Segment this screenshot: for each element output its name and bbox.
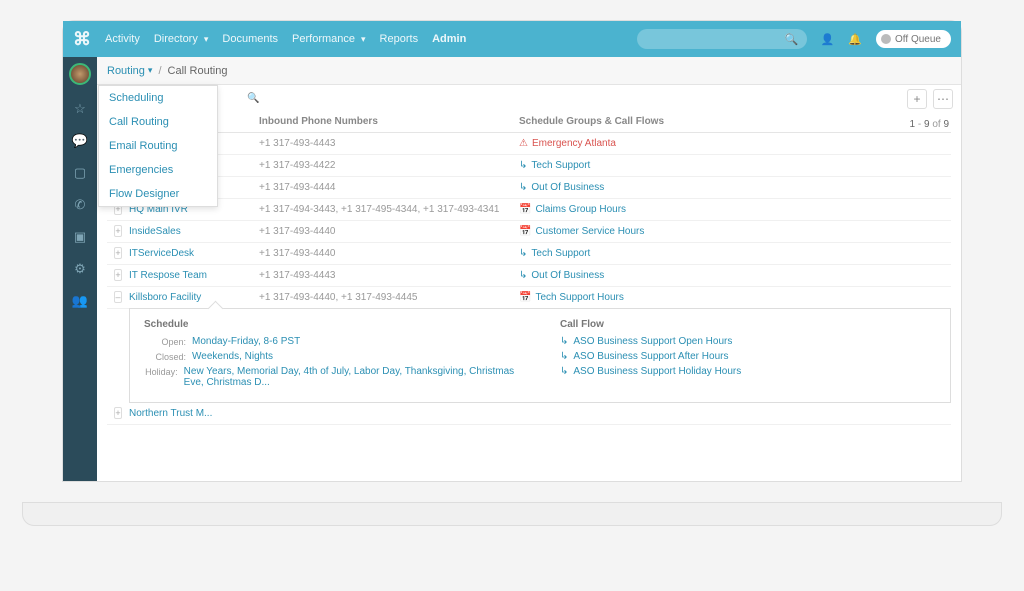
row-name-link[interactable]: Killsboro Facility bbox=[129, 292, 201, 303]
avatar[interactable] bbox=[69, 63, 91, 85]
routing-dropdown: SchedulingCall RoutingEmail RoutingEmerg… bbox=[98, 85, 218, 207]
table-row: +ENRON+1 317-493-4444↳Out Of Business bbox=[107, 177, 951, 199]
nav-directory[interactable]: Directory bbox=[154, 33, 209, 45]
schedule-label: Open: bbox=[144, 336, 186, 347]
user-icon[interactable]: 👤 bbox=[821, 33, 835, 46]
callflow-icon: ↳ bbox=[560, 366, 568, 377]
left-rail: ☆ 💬 ▢ ✆ ▣ ⚙ 👥 bbox=[63, 57, 97, 481]
table-row: + Northern Trust M... bbox=[107, 403, 951, 425]
callflow-heading: Call Flow bbox=[560, 319, 936, 330]
breadcrumb-current: Call Routing bbox=[168, 65, 228, 77]
queue-label: Off Queue bbox=[895, 34, 941, 45]
row-phone: +1 317-493-4440 bbox=[259, 248, 335, 259]
expand-toggle[interactable]: – bbox=[114, 291, 121, 303]
row-phone: +1 317-493-4440 bbox=[259, 226, 335, 237]
add-button[interactable]: + bbox=[907, 89, 927, 109]
row-schedule-link[interactable]: 📅Customer Service Hours bbox=[519, 226, 951, 237]
table-row: + IT Respose Team +1 317-493-4443 ↳Out Of B… bbox=[107, 265, 951, 287]
row-schedule-link[interactable]: 📅Claims Group Hours bbox=[519, 204, 951, 215]
table-row: +...ter+1 317-493-4443⚠Emergency Atlanta bbox=[107, 133, 951, 155]
row-phone: +1 317-493-4422 bbox=[259, 160, 335, 171]
schedule-icon: ↳ bbox=[519, 160, 527, 171]
people-icon[interactable]: 👥 bbox=[72, 293, 88, 309]
row-phone: +1 317-493-4443 bbox=[259, 270, 335, 281]
chevron-down-icon[interactable]: ▾ bbox=[148, 65, 153, 76]
phone-icon[interactable]: ✆ bbox=[75, 197, 86, 213]
gear-icon[interactable]: ⚙ bbox=[74, 261, 86, 277]
nav-admin[interactable]: Admin bbox=[432, 33, 466, 45]
row-schedule-link[interactable]: ↳Out Of Business bbox=[519, 270, 951, 281]
callflow-link[interactable]: ASO Business Support Holiday Hours bbox=[573, 366, 741, 377]
inbox-icon[interactable]: ▣ bbox=[74, 229, 86, 245]
app-logo-icon: ⌘ bbox=[73, 29, 91, 50]
row-name-link[interactable]: InsideSales bbox=[129, 226, 181, 237]
schedule-heading: Schedule bbox=[144, 319, 520, 330]
filter-search-icon[interactable]: 🔍 bbox=[247, 93, 259, 104]
search-icon: 🔍 bbox=[785, 33, 799, 46]
table-row: + ITServiceDesk +1 317-493-4440 ↳Tech Suppo… bbox=[107, 243, 951, 265]
star-icon[interactable]: ☆ bbox=[74, 101, 86, 117]
row-schedule-link[interactable]: ⚠Emergency Atlanta bbox=[519, 138, 951, 149]
nav-performance[interactable]: Performance bbox=[292, 33, 366, 45]
schedule-icon: 📅 bbox=[519, 292, 531, 303]
row-schedule-link[interactable]: ↳Tech Support bbox=[519, 160, 951, 171]
dropdown-item[interactable]: Scheduling bbox=[99, 86, 217, 110]
row-phone: +1 317-493-4440, +1 317-493-4445 bbox=[259, 292, 417, 303]
breadcrumb-root[interactable]: Routing bbox=[107, 65, 145, 77]
global-search-input[interactable]: 🔍 bbox=[637, 29, 807, 49]
schedule-icon: ⚠ bbox=[519, 138, 528, 149]
queue-toggle[interactable]: Off Queue bbox=[876, 30, 951, 48]
row-name-link[interactable]: Northern Trust M... bbox=[129, 408, 212, 419]
schedule-icon: 📅 bbox=[519, 226, 531, 237]
queue-status-dot bbox=[881, 34, 891, 44]
schedule-icon: ↳ bbox=[519, 248, 527, 259]
dropdown-item[interactable]: Email Routing bbox=[99, 134, 217, 158]
callflow-icon: ↳ bbox=[560, 336, 568, 347]
nav-reports[interactable]: Reports bbox=[380, 33, 419, 45]
row-phone: +1 317-494-3443, +1 317-495-4344, +1 317… bbox=[259, 204, 499, 215]
chat-icon[interactable]: 💬 bbox=[72, 133, 88, 149]
row-name-link[interactable]: ITServiceDesk bbox=[129, 248, 194, 259]
top-nav: ⌘ Activity Directory Documents Performan… bbox=[63, 21, 961, 57]
table-row: –Killsboro Facility +1 317-493-4440, +1 3… bbox=[107, 287, 951, 309]
schedule-icon: ↳ bbox=[519, 270, 527, 281]
schedule-label: Closed: bbox=[144, 351, 186, 362]
table-row: +...ory+1 317-493-4422↳Tech Support bbox=[107, 155, 951, 177]
table-row: + InsideSales +1 317-493-4440 📅Customer Ser… bbox=[107, 221, 951, 243]
pager: 1 - 9 of 9 bbox=[910, 119, 949, 130]
row-name-link[interactable]: IT Respose Team bbox=[129, 270, 207, 281]
schedule-value-link[interactable]: New Years, Memorial Day, 4th of July, La… bbox=[184, 366, 520, 388]
expand-toggle[interactable]: + bbox=[114, 225, 121, 237]
row-schedule-link[interactable]: ↳Out Of Business bbox=[519, 182, 951, 193]
dropdown-item[interactable]: Emergencies bbox=[99, 158, 217, 182]
bell-icon[interactable]: 🔔 bbox=[848, 33, 862, 46]
row-schedule-link[interactable]: ↳Tech Support bbox=[519, 248, 951, 259]
table-row: +HQ Main IVR+1 317-494-3443, +1 317-495-… bbox=[107, 199, 951, 221]
more-button[interactable]: ⋯ bbox=[933, 89, 953, 109]
table-header: Inbound Phone Numbers Schedule Groups & … bbox=[107, 111, 951, 133]
schedule-value-link[interactable]: Monday-Friday, 8-6 PST bbox=[192, 336, 300, 347]
expanded-panel: Schedule Open: Monday-Friday, 8-6 PST Close… bbox=[129, 308, 951, 403]
callflow-link[interactable]: ASO Business Support Open Hours bbox=[573, 336, 732, 347]
callflow-link[interactable]: ASO Business Support After Hours bbox=[573, 351, 728, 362]
schedule-icon: 📅 bbox=[519, 204, 531, 215]
expand-toggle[interactable]: + bbox=[114, 269, 121, 281]
nav-activity[interactable]: Activity bbox=[105, 33, 140, 45]
schedule-label: Holiday: bbox=[144, 366, 178, 388]
expand-toggle[interactable]: + bbox=[114, 407, 121, 419]
row-phone: +1 317-493-4443 bbox=[259, 138, 335, 149]
expand-toggle[interactable]: + bbox=[114, 247, 121, 259]
dropdown-item[interactable]: Call Routing bbox=[99, 110, 217, 134]
breadcrumb: Routing ▾ / Call Routing bbox=[97, 57, 961, 85]
callflow-icon: ↳ bbox=[560, 351, 568, 362]
schedule-value-link[interactable]: Weekends, Nights bbox=[192, 351, 273, 362]
dropdown-item[interactable]: Flow Designer bbox=[99, 182, 217, 206]
row-phone: +1 317-493-4444 bbox=[259, 182, 335, 193]
row-schedule-link[interactable]: 📅Tech Support Hours bbox=[519, 292, 951, 303]
video-icon[interactable]: ▢ bbox=[74, 165, 86, 181]
schedule-icon: ↳ bbox=[519, 182, 527, 193]
nav-documents[interactable]: Documents bbox=[222, 33, 278, 45]
